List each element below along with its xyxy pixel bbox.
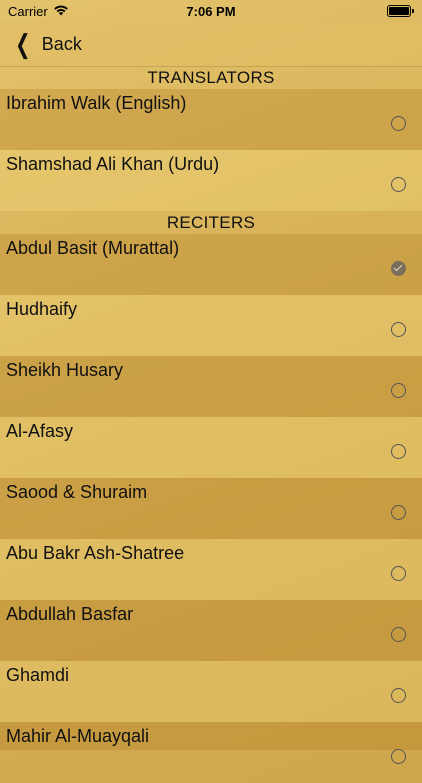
list-item[interactable]: Abdul Basit (Murattal) xyxy=(0,234,422,295)
list-item[interactable]: Abdullah Basfar xyxy=(0,600,422,661)
list-item-label: Al-Afasy xyxy=(6,421,74,441)
status-bar: Carrier 7:06 PM xyxy=(0,0,422,22)
back-button[interactable]: ❮ Back xyxy=(0,31,82,57)
radio-icon[interactable] xyxy=(391,627,406,642)
radio-icon[interactable] xyxy=(391,116,406,131)
navigation-bar: ❮ Back xyxy=(0,22,422,67)
section-header-reciters: RECITERS xyxy=(166,213,256,232)
list-item-label: Ghamdi xyxy=(6,665,70,685)
list-item[interactable]: Mahir Al-Muayqali xyxy=(0,722,422,783)
radio-icon[interactable] xyxy=(391,688,406,703)
list-item[interactable]: Saood & Shuraim xyxy=(0,478,422,539)
back-label: Back xyxy=(41,33,82,54)
radio-icon[interactable] xyxy=(391,566,406,581)
chevron-left-icon: ❮ xyxy=(15,29,31,59)
radio-icon[interactable] xyxy=(391,383,406,398)
list-item[interactable]: Sheikh Husary xyxy=(0,356,422,417)
radio-icon[interactable] xyxy=(391,322,406,337)
list-item-label: Abu Bakr Ash-Shatree xyxy=(6,543,185,563)
checkmark-circle-icon[interactable] xyxy=(391,261,406,276)
list-item[interactable]: Ibrahim Walk (English) xyxy=(0,89,422,150)
list-item-label: Abdul Basit (Murattal) xyxy=(6,238,180,258)
list-item-label: Shamshad Ali Khan (Urdu) xyxy=(6,154,220,174)
list-item[interactable]: Abu Bakr Ash-Shatree xyxy=(0,539,422,600)
list-item-label: Saood & Shuraim xyxy=(6,482,148,502)
list-item[interactable]: Shamshad Ali Khan (Urdu) xyxy=(0,150,422,211)
list-item[interactable]: Hudhaify xyxy=(0,295,422,356)
section-header-translators: TRANSLATORS xyxy=(147,68,275,87)
list-item[interactable]: Ghamdi xyxy=(0,661,422,722)
list-item-label: Abdullah Basfar xyxy=(6,604,134,624)
list-item-label: Mahir Al-Muayqali xyxy=(6,726,150,746)
list-item[interactable]: Al-Afasy xyxy=(0,417,422,478)
list-item-label: Ibrahim Walk (English) xyxy=(6,93,187,113)
radio-icon[interactable] xyxy=(391,505,406,520)
list-item-label: Sheikh Husary xyxy=(6,360,124,380)
radio-icon[interactable] xyxy=(391,749,406,764)
list-item-label: Hudhaify xyxy=(6,299,78,319)
status-time: 7:06 PM xyxy=(186,3,236,19)
settings-list: TRANSLATORS Ibrahim Walk (English) Shams… xyxy=(0,66,422,783)
radio-icon[interactable] xyxy=(391,177,406,192)
radio-icon[interactable] xyxy=(391,444,406,459)
